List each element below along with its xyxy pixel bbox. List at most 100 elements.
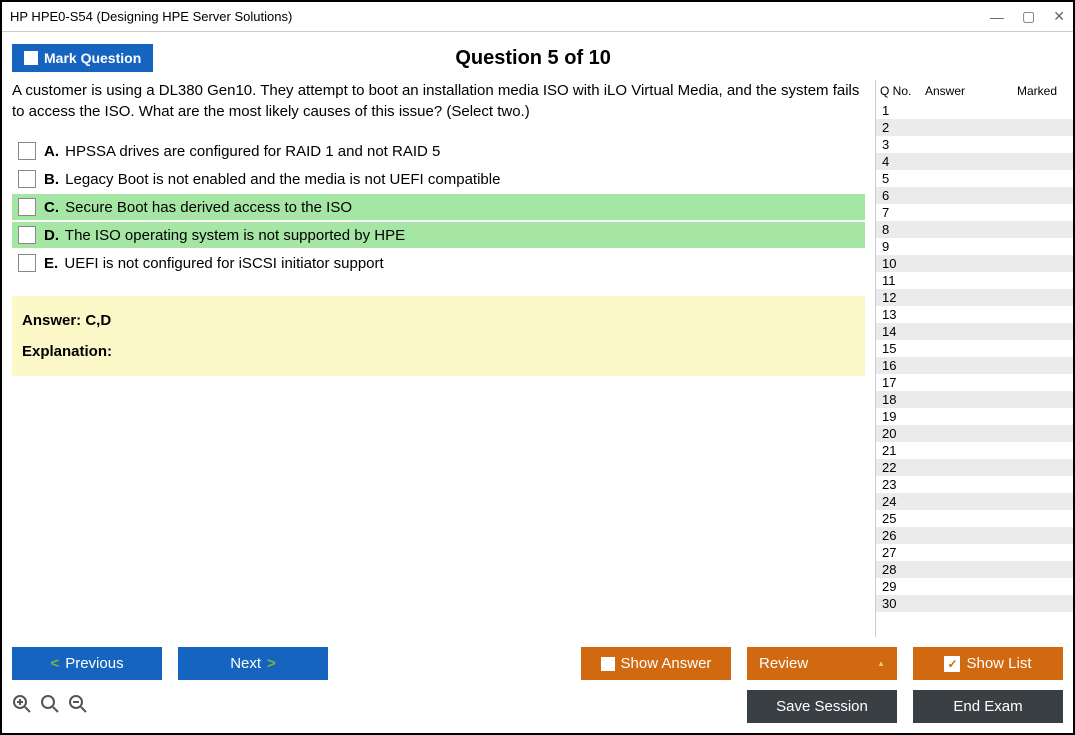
row-qno: 16 <box>880 358 925 373</box>
option-checkbox[interactable] <box>18 198 36 216</box>
list-row[interactable]: 13 <box>876 306 1073 323</box>
col-qno-header: Q No. <box>880 84 925 98</box>
save-session-button[interactable]: Save Session <box>747 690 897 723</box>
show-list-label: Show List <box>966 655 1031 672</box>
minimize-icon[interactable]: — <box>990 9 1004 25</box>
list-row[interactable]: 23 <box>876 476 1073 493</box>
option-row[interactable]: D. The ISO operating system is not suppo… <box>12 222 865 248</box>
row-qno: 17 <box>880 375 925 390</box>
row-qno: 19 <box>880 409 925 424</box>
options-list: A. HPSSA drives are configured for RAID … <box>12 138 865 276</box>
list-row[interactable]: 21 <box>876 442 1073 459</box>
list-row[interactable]: 3 <box>876 136 1073 153</box>
list-row[interactable]: 5 <box>876 170 1073 187</box>
window-controls: — ▢ ✕ <box>990 8 1065 25</box>
zoom-in-icon[interactable] <box>12 694 32 720</box>
list-body[interactable]: 1234567891011121314151617181920212223242… <box>876 102 1073 637</box>
checked-box-icon: ✓ <box>944 656 960 672</box>
option-letter: B. <box>44 171 59 188</box>
previous-button[interactable]: < Previous <box>12 647 162 680</box>
question-counter: Question 5 of 10 <box>153 47 1063 70</box>
list-row[interactable]: 22 <box>876 459 1073 476</box>
list-row[interactable]: 6 <box>876 187 1073 204</box>
row-qno: 12 <box>880 290 925 305</box>
end-exam-label: End Exam <box>953 698 1022 715</box>
next-button[interactable]: Next > <box>178 647 328 680</box>
show-answer-label: Show Answer <box>621 655 712 672</box>
list-row[interactable]: 25 <box>876 510 1073 527</box>
mark-question-button[interactable]: Mark Question <box>12 44 153 72</box>
option-checkbox[interactable] <box>18 254 36 272</box>
row-qno: 25 <box>880 511 925 526</box>
list-row[interactable]: 4 <box>876 153 1073 170</box>
show-answer-button[interactable]: Show Answer <box>581 647 731 680</box>
list-row[interactable]: 10 <box>876 255 1073 272</box>
option-checkbox[interactable] <box>18 142 36 160</box>
end-exam-button[interactable]: End Exam <box>913 690 1063 723</box>
titlebar: HP HPE0-S54 (Designing HPE Server Soluti… <box>2 2 1073 32</box>
row-qno: 21 <box>880 443 925 458</box>
list-row[interactable]: 20 <box>876 425 1073 442</box>
list-row[interactable]: 14 <box>876 323 1073 340</box>
option-row[interactable]: A. HPSSA drives are configured for RAID … <box>12 138 865 164</box>
row-qno: 26 <box>880 528 925 543</box>
mark-label: Mark Question <box>44 50 141 66</box>
list-row[interactable]: 26 <box>876 527 1073 544</box>
zoom-out-icon[interactable] <box>68 694 88 720</box>
row-qno: 9 <box>880 239 925 254</box>
maximize-icon[interactable]: ▢ <box>1022 8 1035 25</box>
row-qno: 22 <box>880 460 925 475</box>
list-row[interactable]: 8 <box>876 221 1073 238</box>
review-label: Review <box>759 655 808 672</box>
list-row[interactable]: 30 <box>876 595 1073 612</box>
option-text: Legacy Boot is not enabled and the media… <box>65 171 500 188</box>
list-header: Q No. Answer Marked <box>876 80 1073 102</box>
main-area: A customer is using a DL380 Gen10. They … <box>2 80 1073 637</box>
row-qno: 29 <box>880 579 925 594</box>
option-letter: C. <box>44 199 59 216</box>
option-row[interactable]: C. Secure Boot has derived access to the… <box>12 194 865 220</box>
zoom-controls <box>12 694 88 720</box>
row-qno: 3 <box>880 137 925 152</box>
option-text: Secure Boot has derived access to the IS… <box>65 199 352 216</box>
previous-label: Previous <box>65 655 123 672</box>
list-row[interactable]: 29 <box>876 578 1073 595</box>
list-row[interactable]: 28 <box>876 561 1073 578</box>
row-qno: 15 <box>880 341 925 356</box>
list-row[interactable]: 27 <box>876 544 1073 561</box>
option-checkbox[interactable] <box>18 170 36 188</box>
list-row[interactable]: 11 <box>876 272 1073 289</box>
option-text: UEFI is not configured for iSCSI initiat… <box>64 255 383 272</box>
list-row[interactable]: 15 <box>876 340 1073 357</box>
row-qno: 27 <box>880 545 925 560</box>
option-letter: E. <box>44 255 58 272</box>
list-row[interactable]: 17 <box>876 374 1073 391</box>
row-qno: 30 <box>880 596 925 611</box>
list-row[interactable]: 7 <box>876 204 1073 221</box>
list-row[interactable]: 19 <box>876 408 1073 425</box>
row-qno: 18 <box>880 392 925 407</box>
question-list-panel: Q No. Answer Marked 12345678910111213141… <box>875 80 1073 637</box>
row-qno: 23 <box>880 477 925 492</box>
close-icon[interactable]: ✕ <box>1053 8 1065 25</box>
row-qno: 13 <box>880 307 925 322</box>
zoom-reset-icon[interactable] <box>40 694 60 720</box>
row-qno: 8 <box>880 222 925 237</box>
review-button[interactable]: Review ▲ <box>747 647 897 680</box>
option-checkbox[interactable] <box>18 226 36 244</box>
list-row[interactable]: 24 <box>876 493 1073 510</box>
option-row[interactable]: B. Legacy Boot is not enabled and the me… <box>12 166 865 192</box>
list-row[interactable]: 1 <box>876 102 1073 119</box>
list-row[interactable]: 9 <box>876 238 1073 255</box>
list-row[interactable]: 18 <box>876 391 1073 408</box>
list-row[interactable]: 16 <box>876 357 1073 374</box>
option-row[interactable]: E. UEFI is not configured for iSCSI init… <box>12 250 865 276</box>
square-icon <box>601 657 615 671</box>
row-qno: 7 <box>880 205 925 220</box>
option-letter: D. <box>44 227 59 244</box>
list-row[interactable]: 2 <box>876 119 1073 136</box>
row-qno: 14 <box>880 324 925 339</box>
list-row[interactable]: 12 <box>876 289 1073 306</box>
show-list-button[interactable]: ✓ Show List <box>913 647 1063 680</box>
row-qno: 5 <box>880 171 925 186</box>
